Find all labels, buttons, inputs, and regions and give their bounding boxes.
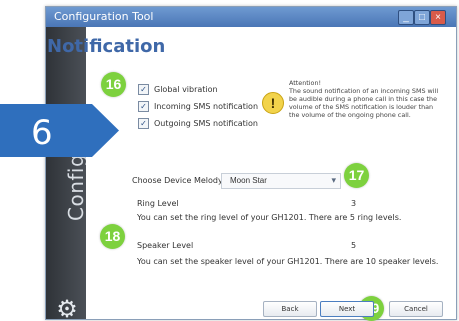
callout-badge-18: 18 [100,224,125,249]
outgoing-sms-label: Outgoing SMS notification [154,118,258,128]
ring-level-value[interactable]: 3 [351,199,356,208]
global-vibration-option[interactable]: ✓ Global vibration [138,82,218,96]
warning-icon: ! [262,92,284,114]
global-vibration-label: Global vibration [154,84,218,94]
maximize-button[interactable]: □ [414,10,430,25]
step-number: 6 [31,113,53,153]
incoming-sms-option[interactable]: ✓ Incoming SMS notification [138,99,258,113]
back-button[interactable]: Back [263,301,317,317]
step-callout-arrow: 6 [0,104,119,157]
page-title: Notification [47,36,166,57]
callout-badge-16: 16 [101,72,126,97]
close-button[interactable]: × [430,10,446,25]
ring-level-label: Ring Level [137,199,179,208]
cancel-button[interactable]: Cancel [389,301,443,317]
melody-select[interactable]: Moon Star ▾ [221,173,341,189]
attention-title: Attention! [289,79,322,87]
speaker-level-hint: You can set the speaker level of your GH… [137,257,439,266]
chevron-down-icon[interactable]: ▾ [331,175,336,186]
speaker-level-label: Speaker Level [137,241,194,250]
attention-note: Attention! The sound notification of an … [289,79,441,119]
gear-icon: ⚙ [56,296,78,320]
window-title: Configuration Tool [54,10,154,23]
outgoing-sms-option[interactable]: ✓ Outgoing SMS notification [138,116,258,130]
speaker-level-value[interactable]: 5 [351,241,356,250]
melody-label: Choose Device Melody [132,176,223,185]
ring-level-hint: You can set the ring level of your GH120… [137,213,402,222]
next-button[interactable]: Next [320,301,374,317]
melody-value: Moon Star [230,176,267,185]
global-vibration-checkbox[interactable]: ✓ [138,83,149,95]
callout-badge-17: 17 [344,163,369,188]
minimize-button[interactable]: _ [398,10,414,25]
sidebar: Configurati ⚙ [46,27,88,320]
title-bar: Configuration Tool _ □ × [46,7,456,27]
attention-body: The sound notification of an incoming SM… [289,87,439,119]
incoming-sms-label: Incoming SMS notification [154,101,259,111]
outgoing-sms-checkbox[interactable]: ✓ [138,117,149,129]
incoming-sms-checkbox[interactable]: ✓ [138,100,149,112]
